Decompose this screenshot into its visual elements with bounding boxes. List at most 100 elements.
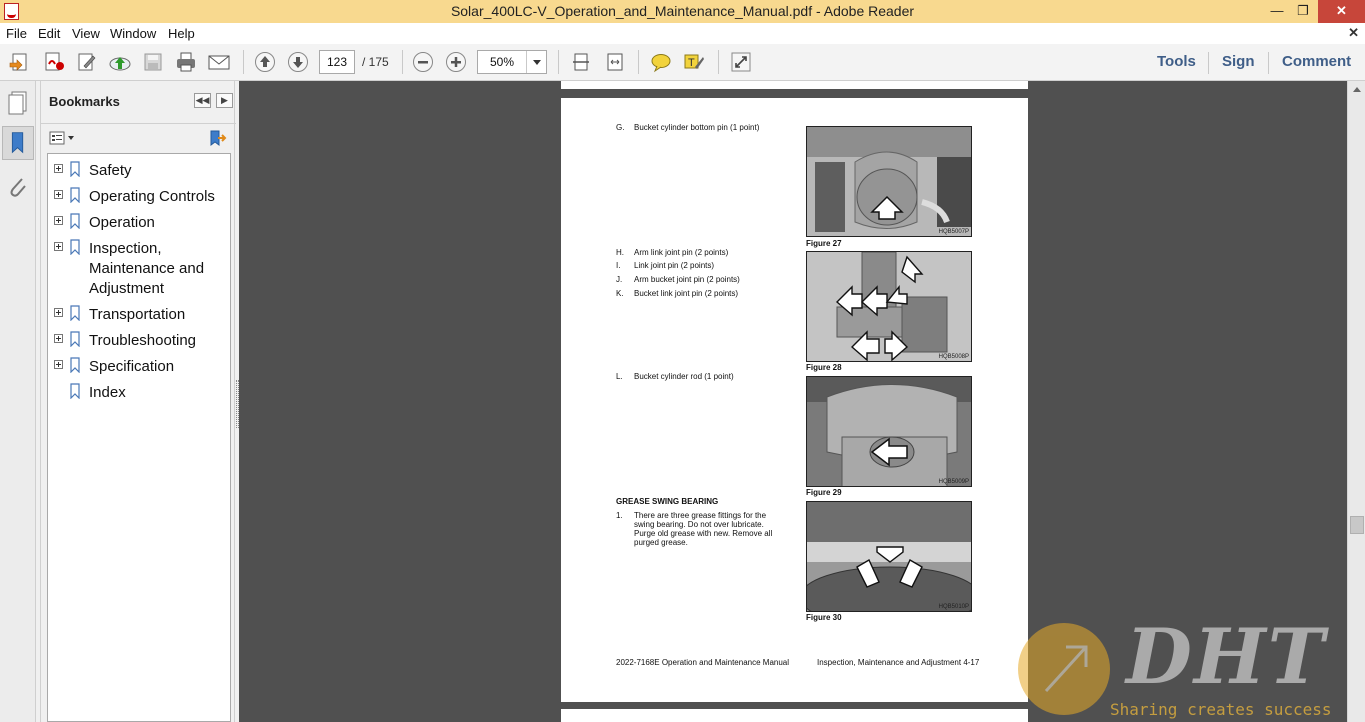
comment-button[interactable]: Comment <box>1282 53 1351 70</box>
bookmarks-panel-icon[interactable] <box>2 126 34 160</box>
item-text: Arm bucket joint pin (2 points) <box>634 275 740 284</box>
item-letter: G. <box>616 123 625 132</box>
figure-caption: Figure 29 <box>806 488 842 497</box>
expand-plus-icon[interactable] <box>54 242 63 251</box>
expand-plus-icon[interactable] <box>54 216 63 225</box>
section-heading: GREASE SWING BEARING <box>616 497 719 506</box>
expand-plus-icon[interactable] <box>54 334 63 343</box>
bookmark-icon <box>69 357 81 374</box>
item-text: Bucket cylinder rod (1 point) <box>634 372 734 381</box>
item-text: Link joint pin (2 points) <box>634 261 715 270</box>
fit-width-icon[interactable] <box>603 51 627 73</box>
sign-button[interactable]: Sign <box>1222 53 1255 70</box>
menu-edit[interactable]: Edit <box>38 26 60 41</box>
save-icon[interactable] <box>141 51 165 73</box>
bookmark-label: Safety <box>89 162 132 179</box>
figure-30-image: HQB5010P <box>806 501 972 612</box>
zoom-select[interactable]: 50% <box>477 50 547 74</box>
expand-plus-icon[interactable] <box>54 360 63 369</box>
figure-id: HQB5008P <box>938 354 969 360</box>
chevron-down-icon[interactable] <box>526 51 546 73</box>
window-title: Solar_400LC-V_Operation_and_Maintenance_… <box>450 3 915 19</box>
bookmark-operation[interactable]: Operation <box>48 212 230 236</box>
page-total: / 175 <box>362 55 389 69</box>
fit-page-icon[interactable] <box>569 51 593 73</box>
close-document-icon[interactable]: ✕ <box>1348 25 1359 41</box>
close-window-button[interactable]: ✕ <box>1318 0 1365 23</box>
bookmark-icon <box>69 187 81 204</box>
bookmark-icon <box>69 331 81 348</box>
item-letter: I. <box>616 261 621 270</box>
figure-29-image: HQB5009P <box>806 376 972 487</box>
toolbar: 123 / 175 50% T Tools Sign Comment <box>0 44 1365 81</box>
minimize-button[interactable]: — <box>1264 0 1290 23</box>
comment-bubble-icon[interactable] <box>649 51 673 73</box>
edit-pdf-icon[interactable] <box>75 51 99 73</box>
email-icon[interactable] <box>207 51 231 73</box>
bookmark-inspection-maintenance[interactable]: Inspection, Maintenance and Adjustment <box>48 238 230 300</box>
print-icon[interactable] <box>174 51 198 73</box>
bookmark-label: Inspection, Maintenance and Adjustment <box>89 240 205 297</box>
menu-help[interactable]: Help <box>168 26 195 41</box>
highlight-text-icon[interactable]: T <box>682 51 706 73</box>
bookmark-options-icon[interactable] <box>49 131 77 145</box>
zoom-in-icon[interactable] <box>444 51 468 73</box>
bookmarks-title: Bookmarks <box>49 94 120 109</box>
step-line: purged grease. <box>634 538 688 547</box>
bookmark-icon <box>69 383 81 400</box>
tools-button[interactable]: Tools <box>1157 53 1196 70</box>
zoom-out-icon[interactable] <box>411 51 435 73</box>
step-number: 1. <box>616 511 623 520</box>
navigation-pane-strip <box>0 81 36 722</box>
vertical-scrollbar[interactable] <box>1347 81 1365 722</box>
item-letter: H. <box>616 248 624 257</box>
item-letter: L. <box>616 372 623 381</box>
item-letter: J. <box>616 275 623 284</box>
item-text: Bucket cylinder bottom pin (1 point) <box>634 123 760 132</box>
find-bookmark-icon[interactable] <box>207 130 227 146</box>
menu-file[interactable]: File <box>6 26 27 41</box>
watermark-tagline: Sharing creates success <box>1110 700 1332 719</box>
bookmark-label: Operation <box>89 214 155 231</box>
bookmark-label: Troubleshooting <box>89 332 197 349</box>
page-thumbnails-icon[interactable] <box>2 86 34 120</box>
maximize-button[interactable]: ❐ <box>1290 0 1316 23</box>
figure-id: HQB5007P <box>938 229 969 235</box>
next-page-icon[interactable] <box>286 51 310 73</box>
item-letter: K. <box>616 289 624 298</box>
bookmark-icon <box>69 239 81 256</box>
next-page-edge <box>561 709 1028 722</box>
scroll-up-icon[interactable] <box>1353 87 1361 92</box>
full-screen-icon[interactable] <box>729 51 753 73</box>
bookmark-icon <box>69 161 81 178</box>
figure-id: HQB5010P <box>938 604 969 610</box>
zoom-value: 50% <box>490 55 515 69</box>
expand-panel-icon[interactable]: ▶ <box>216 93 233 108</box>
menu-view[interactable]: View <box>72 26 100 41</box>
previous-page-edge <box>561 81 1028 89</box>
previous-page-icon[interactable] <box>253 51 277 73</box>
open-file-icon[interactable] <box>8 51 32 73</box>
scrollbar-thumb[interactable] <box>1350 516 1364 534</box>
item-text: Bucket link joint pin (2 points) <box>634 289 739 298</box>
expand-plus-icon[interactable] <box>54 164 63 173</box>
collapse-panel-icon[interactable]: ◀◀ <box>194 93 211 108</box>
create-pdf-icon[interactable] <box>42 51 66 73</box>
share-upload-icon[interactable] <box>108 51 132 73</box>
page-number-input[interactable]: 123 <box>319 50 355 74</box>
expand-plus-icon[interactable] <box>54 190 63 199</box>
bookmarks-tree: Safety Operating Controls Operation Insp… <box>47 153 231 722</box>
bookmark-operating-controls[interactable]: Operating Controls <box>48 186 230 210</box>
bookmark-transportation[interactable]: Transportation <box>48 304 230 328</box>
bookmark-index[interactable]: Index <box>48 382 230 406</box>
bookmark-troubleshooting[interactable]: Troubleshooting <box>48 330 230 354</box>
watermark-logo-icon <box>1018 623 1110 715</box>
item-text: Arm link joint pin (2 points) <box>634 248 729 257</box>
menu-window[interactable]: Window <box>110 26 156 41</box>
bookmark-safety[interactable]: Safety <box>48 160 230 184</box>
bookmark-label: Operating Controls <box>89 188 215 205</box>
attachments-icon[interactable] <box>2 170 34 204</box>
expand-plus-icon[interactable] <box>54 308 63 317</box>
bookmark-specification[interactable]: Specification <box>48 356 230 380</box>
figure-caption: Figure 28 <box>806 363 842 372</box>
